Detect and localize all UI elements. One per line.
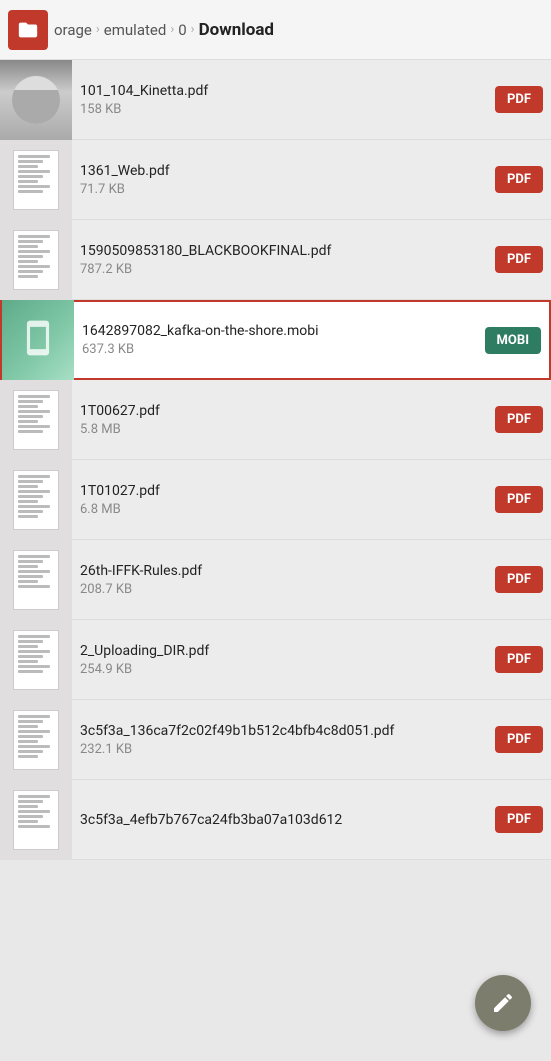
breadcrumb: orage › emulated › 0 › Download — [48, 20, 543, 40]
file-name: 101_104_Kinetta.pdf — [80, 83, 487, 99]
breadcrumb-emulated[interactable]: emulated — [104, 21, 167, 39]
list-item[interactable]: 3c5f3a_4efb7b767ca24fb3ba07a103d612 PDF — [0, 780, 551, 860]
pdf-badge[interactable]: PDF — [495, 646, 543, 673]
pdf-badge[interactable]: PDF — [495, 726, 543, 753]
file-name: 1361_Web.pdf — [80, 163, 487, 179]
list-item[interactable]: 2_Uploading_DIR.pdf 254.9 KB PDF — [0, 620, 551, 700]
file-info: 3c5f3a_4efb7b767ca24fb3ba07a103d612 — [80, 812, 487, 828]
app-header: orage › emulated › 0 › Download — [0, 0, 551, 60]
file-name: 3c5f3a_4efb7b767ca24fb3ba07a103d612 — [80, 812, 487, 828]
file-size: 254.9 KB — [80, 662, 487, 677]
file-name: 1642897082_kafka-on-the-shore.mobi — [82, 323, 477, 339]
list-item[interactable]: 101_104_Kinetta.pdf 158 KB PDF — [0, 60, 551, 140]
list-item[interactable]: 1590509853180_BLACKBOOKFINAL.pdf 787.2 KB… — [0, 220, 551, 300]
list-item[interactable]: 3c5f3a_136ca7f2c02f49b1b512c4bfb4c8d051.… — [0, 700, 551, 780]
file-size: 232.1 KB — [80, 742, 487, 757]
fab-edit-button[interactable] — [475, 975, 531, 1031]
file-thumbnail — [0, 60, 72, 140]
file-size: 6.8 MB — [80, 502, 487, 517]
pdf-badge[interactable]: PDF — [495, 86, 543, 113]
pdf-badge[interactable]: PDF — [495, 806, 543, 833]
file-info: 1T00627.pdf 5.8 MB — [80, 403, 487, 437]
file-name: 1T01027.pdf — [80, 483, 487, 499]
file-name: 1590509853180_BLACKBOOKFINAL.pdf — [80, 243, 487, 259]
file-thumbnail — [0, 140, 72, 220]
breadcrumb-sep3: › — [191, 22, 195, 37]
list-item[interactable]: 1361_Web.pdf 71.7 KB PDF — [0, 140, 551, 220]
list-item[interactable]: 1T00627.pdf 5.8 MB PDF — [0, 380, 551, 460]
file-size: 71.7 KB — [80, 182, 487, 197]
mobi-badge[interactable]: MOBI — [485, 327, 541, 354]
breadcrumb-storage[interactable]: orage — [54, 21, 92, 39]
file-name: 26th-IFFK-Rules.pdf — [80, 563, 487, 579]
breadcrumb-current: Download — [199, 20, 274, 40]
pdf-badge[interactable]: PDF — [495, 246, 543, 273]
app-icon — [8, 10, 48, 50]
file-thumbnail — [2, 300, 74, 380]
file-info: 2_Uploading_DIR.pdf 254.9 KB — [80, 643, 487, 677]
breadcrumb-zero[interactable]: 0 — [178, 21, 186, 39]
file-thumbnail — [0, 700, 72, 780]
file-info: 1642897082_kafka-on-the-shore.mobi 637.3 … — [82, 323, 477, 357]
pdf-badge[interactable]: PDF — [495, 486, 543, 513]
list-item[interactable]: 1642897082_kafka-on-the-shore.mobi 637.3 … — [0, 300, 551, 380]
list-item[interactable]: 26th-IFFK-Rules.pdf 208.7 KB PDF — [0, 540, 551, 620]
file-info: 101_104_Kinetta.pdf 158 KB — [80, 83, 487, 117]
file-thumbnail — [0, 540, 72, 620]
file-thumbnail — [0, 620, 72, 700]
file-info: 3c5f3a_136ca7f2c02f49b1b512c4bfb4c8d051.… — [80, 723, 487, 757]
pencil-icon — [491, 991, 515, 1015]
file-thumbnail — [0, 220, 72, 300]
file-name: 3c5f3a_136ca7f2c02f49b1b512c4bfb4c8d051.… — [80, 723, 487, 739]
list-item[interactable]: 1T01027.pdf 6.8 MB PDF — [0, 460, 551, 540]
mobi-device-icon — [19, 319, 57, 361]
file-size: 787.2 KB — [80, 262, 487, 277]
file-thumbnail — [0, 780, 72, 860]
file-name: 2_Uploading_DIR.pdf — [80, 643, 487, 659]
file-info: 1361_Web.pdf 71.7 KB — [80, 163, 487, 197]
file-size: 208.7 KB — [80, 582, 487, 597]
pdf-badge[interactable]: PDF — [495, 166, 543, 193]
breadcrumb-sep1: › — [96, 22, 100, 37]
file-size: 5.8 MB — [80, 422, 487, 437]
pdf-badge[interactable]: PDF — [495, 566, 543, 593]
file-thumbnail — [0, 460, 72, 540]
file-info: 1T01027.pdf 6.8 MB — [80, 483, 487, 517]
file-list: 101_104_Kinetta.pdf158 KBPDF1361_Web.pdf… — [0, 60, 551, 860]
file-name: 1T00627.pdf — [80, 403, 487, 419]
pdf-badge[interactable]: PDF — [495, 406, 543, 433]
file-size: 637.3 KB — [82, 342, 477, 357]
file-info: 1590509853180_BLACKBOOKFINAL.pdf 787.2 KB — [80, 243, 487, 277]
file-thumbnail — [0, 380, 72, 460]
breadcrumb-sep2: › — [170, 22, 174, 37]
file-size: 158 KB — [80, 102, 487, 117]
file-info: 26th-IFFK-Rules.pdf 208.7 KB — [80, 563, 487, 597]
